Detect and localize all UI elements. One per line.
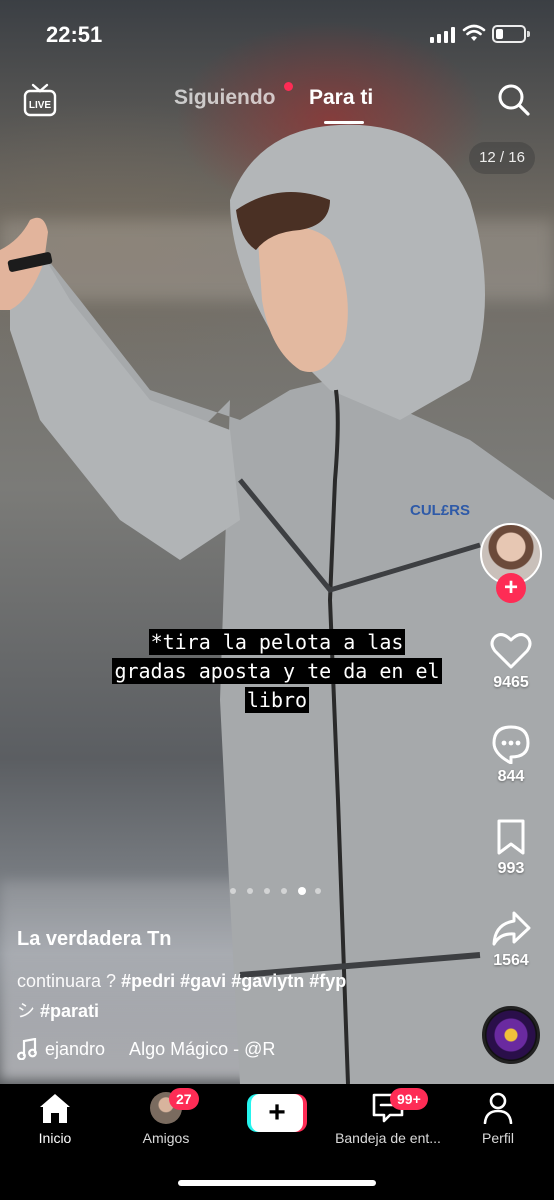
music-title: ejandro Algo Mágico - @R [45, 1038, 276, 1059]
description-emoji: シ [17, 1001, 35, 1021]
caption-line: libro [244, 687, 310, 713]
top-navigation: LIVE Siguiendo Para ti [0, 78, 554, 128]
carousel-dots [230, 887, 330, 895]
carousel-dot [230, 888, 236, 894]
wifi-icon [462, 24, 486, 41]
svg-text:LIVE: LIVE [29, 100, 52, 111]
tab-for-you[interactable]: Para ti [309, 86, 373, 110]
nav-friends-label: Amigos [142, 1130, 190, 1146]
nav-home-label: Inicio [38, 1130, 72, 1146]
heart-icon[interactable] [490, 632, 532, 670]
create-plus-icon[interactable]: + [251, 1094, 303, 1132]
carousel-dot [247, 888, 253, 894]
creator-avatar[interactable]: + [478, 521, 544, 603]
share-button[interactable]: 1564 [478, 910, 544, 970]
bookmark-icon[interactable] [494, 818, 528, 856]
status-bar: 22:51 [0, 0, 554, 70]
battery-icon [492, 25, 530, 43]
carousel-dot [315, 888, 321, 894]
carousel-dot [264, 888, 270, 894]
description-text: continuara ? [17, 971, 117, 991]
like-count: 9465 [493, 674, 529, 691]
hashtag[interactable]: #parati [40, 1001, 99, 1021]
video-caption: *tira la pelota a las gradas aposta y te… [0, 628, 554, 715]
post-description: continuara ? #pedri #gavi #gaviytn #fyp … [17, 966, 417, 1026]
live-icon[interactable]: LIVE [22, 82, 58, 118]
hashtag[interactable]: #gaviytn [231, 971, 304, 991]
caption-line: gradas aposta y te da en el [112, 658, 442, 684]
music-disc-icon[interactable] [482, 1006, 540, 1064]
slide-counter: 12 / 16 [469, 142, 535, 174]
comment-count: 844 [497, 768, 525, 785]
nav-profile[interactable]: Perfil [478, 1092, 518, 1146]
music-info[interactable]: ejandro Algo Mágico - @R [17, 1038, 275, 1060]
carousel-dot [281, 888, 287, 894]
bottom-navigation: Inicio Amigos 27 + Bandeja de ent... 99+… [0, 1084, 554, 1200]
status-time: 22:51 [46, 22, 103, 47]
home-icon[interactable] [37, 1092, 73, 1124]
create-button[interactable]: + [247, 1094, 307, 1132]
save-button[interactable]: 993 [478, 818, 544, 878]
friends-badge: 27 [169, 1088, 199, 1110]
nav-friends[interactable]: Amigos 27 [136, 1088, 199, 1146]
svg-text:CUL£RS: CUL£RS [410, 502, 470, 519]
profile-icon[interactable] [483, 1092, 513, 1124]
active-tab-indicator [324, 121, 364, 124]
hashtag[interactable]: #pedri [121, 971, 175, 991]
nav-profile-label: Perfil [482, 1130, 514, 1146]
like-button[interactable]: 9465 [478, 632, 544, 692]
share-icon[interactable] [491, 910, 531, 948]
save-count: 993 [497, 860, 525, 877]
caption-line: *tira la pelota a las [148, 629, 406, 655]
carousel-dot [298, 887, 306, 895]
inbox-badge: 99+ [390, 1088, 428, 1110]
share-count: 1564 [493, 952, 529, 969]
home-indicator [178, 1180, 376, 1186]
nav-home[interactable]: Inicio [32, 1092, 78, 1146]
tab-following[interactable]: Siguiendo [174, 86, 276, 110]
music-note-icon [17, 1038, 37, 1060]
nav-inbox-label: Bandeja de ent... [335, 1130, 441, 1146]
hashtag[interactable]: #gavi [180, 971, 226, 991]
follow-plus-button[interactable]: + [496, 573, 526, 603]
comment-button[interactable]: 844 [478, 724, 544, 786]
search-icon[interactable] [496, 82, 532, 118]
comment-icon[interactable] [491, 724, 531, 764]
hashtag[interactable]: #fyp [309, 971, 346, 991]
nav-inbox[interactable]: Bandeja de ent... 99+ [332, 1088, 444, 1146]
post-username[interactable]: La verdadera Tn [17, 928, 172, 951]
new-content-dot [284, 82, 293, 91]
cellular-signal-icon [430, 27, 456, 43]
